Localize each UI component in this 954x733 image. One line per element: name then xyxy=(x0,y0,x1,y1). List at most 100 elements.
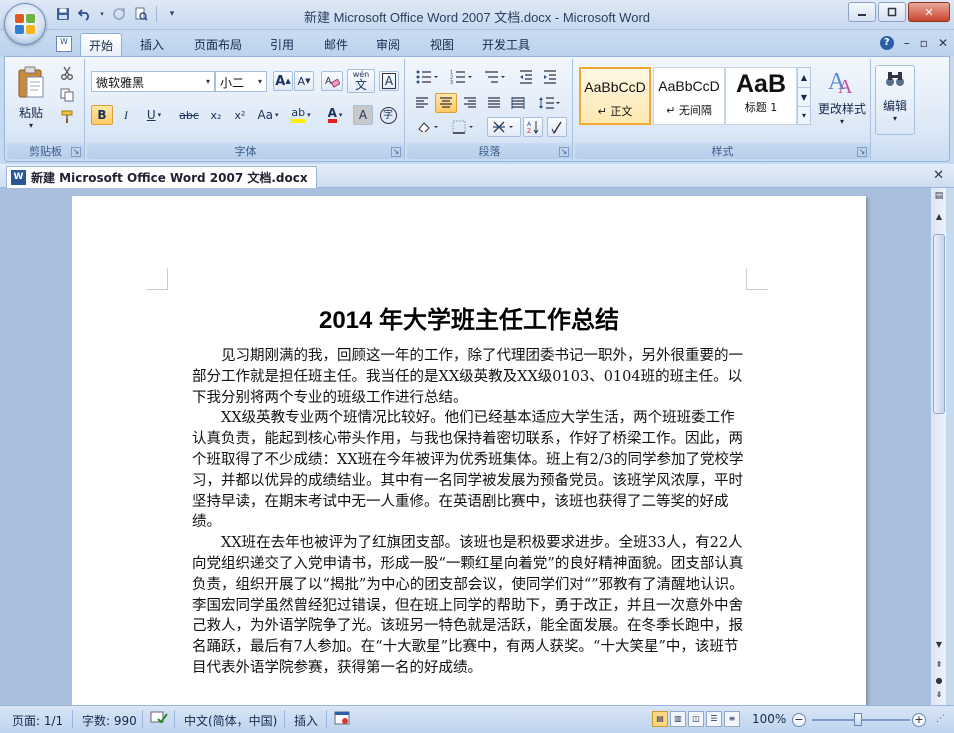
change-styles-button[interactable]: A A 更改样式 ▾ xyxy=(815,63,869,139)
doc-restore-icon[interactable]: ▫ xyxy=(920,36,928,50)
tab-references[interactable]: 引用 xyxy=(262,33,302,56)
multilevel-list-button[interactable] xyxy=(479,67,511,87)
draft-view-icon[interactable]: ≡ xyxy=(724,711,740,727)
bold-button[interactable]: B xyxy=(91,105,113,125)
resize-grip-icon[interactable]: ⋰ xyxy=(936,714,945,724)
tab-mailings[interactable]: 邮件 xyxy=(316,33,356,56)
font-launcher-icon[interactable]: ↘ xyxy=(391,147,401,157)
print-layout-view-icon[interactable]: ▤ xyxy=(652,711,668,727)
numbering-button[interactable]: 123 xyxy=(445,67,477,87)
font-family-dropdown-icon[interactable]: ▾ xyxy=(202,72,214,91)
vertical-scrollbar[interactable]: ▤ ▲ ▼ ⇞ ● ⇟ xyxy=(930,188,946,705)
justify-button[interactable] xyxy=(483,93,505,113)
tab-insert[interactable]: 插入 xyxy=(132,33,172,56)
proofing-icon[interactable] xyxy=(150,710,168,729)
character-border-button[interactable]: A xyxy=(379,71,399,91)
font-color-dropdown-icon[interactable]: ▾ xyxy=(339,111,343,119)
styles-scroll-up-icon[interactable]: ▲ xyxy=(798,68,810,87)
font-size-combo[interactable]: 小二 ▾ xyxy=(215,71,267,92)
previous-page-icon[interactable]: ⇞ xyxy=(932,658,946,672)
show-marks-button[interactable] xyxy=(547,117,567,137)
macro-record-icon[interactable] xyxy=(334,711,350,730)
document-page[interactable]: 2014 年大学班主任工作总结 见习期刚满的我，回顾这一年的工作，除了代理团委书… xyxy=(72,196,866,705)
copy-icon[interactable] xyxy=(57,85,77,105)
styles-scroll-down-icon[interactable]: ▼ xyxy=(798,87,810,106)
styles-launcher-icon[interactable]: ↘ xyxy=(857,147,867,157)
style-no-spacing[interactable]: AaBbCcD ↵ 无间隔 xyxy=(653,67,725,125)
highlight-dropdown-icon[interactable]: ▾ xyxy=(307,111,311,119)
character-shading-button[interactable]: A xyxy=(353,105,373,125)
line-spacing-button[interactable] xyxy=(533,93,565,113)
next-page-icon[interactable]: ⇟ xyxy=(932,688,946,702)
web-layout-view-icon[interactable]: ◫ xyxy=(688,711,704,727)
tab-home[interactable]: 开始 xyxy=(80,33,123,56)
office-button[interactable] xyxy=(4,3,46,45)
borders-button[interactable] xyxy=(447,117,481,137)
underline-dropdown-icon[interactable]: ▾ xyxy=(158,111,162,119)
browse-object-icon[interactable]: ● xyxy=(932,674,946,688)
help-icon[interactable]: ? xyxy=(879,36,894,50)
paragraph-launcher-icon[interactable]: ↘ xyxy=(559,147,569,157)
highlight-button[interactable]: ab ▾ xyxy=(285,105,317,125)
document-tab[interactable]: W 新建 Microsoft Office Word 2007 文档.docx xyxy=(6,166,317,188)
clipboard-launcher-icon[interactable]: ↘ xyxy=(71,147,81,157)
zoom-out-icon[interactable]: − xyxy=(792,713,806,727)
scroll-thumb[interactable] xyxy=(933,234,945,414)
close-document-icon[interactable]: ✕ xyxy=(933,168,944,183)
subscript-button[interactable]: x₂ xyxy=(205,105,227,125)
chinese-layout-button[interactable] xyxy=(487,117,521,137)
doc-close-icon[interactable]: ✕ xyxy=(938,36,948,50)
full-screen-reading-view-icon[interactable]: ▥ xyxy=(670,711,686,727)
document-body[interactable]: 见习期刚满的我，回顾这一年的工作，除了代理团委书记一职外，另外很重要的一部分工作… xyxy=(192,346,744,679)
align-right-button[interactable] xyxy=(459,93,481,113)
word-doc-icon[interactable]: W xyxy=(56,36,72,52)
minimize-button[interactable] xyxy=(848,2,876,22)
superscript-button[interactable]: x² xyxy=(229,105,251,125)
editing-button[interactable]: 编辑 ▾ xyxy=(875,65,915,135)
underline-button[interactable]: U ▾ xyxy=(139,105,169,125)
scroll-down-icon[interactable]: ▼ xyxy=(932,638,946,652)
clear-format-button[interactable]: A xyxy=(321,71,343,91)
format-painter-icon[interactable] xyxy=(57,107,77,127)
paste-button[interactable]: 粘贴 ▾ xyxy=(13,63,49,137)
cut-icon[interactable] xyxy=(57,63,77,83)
style-normal[interactable]: AaBbCcD ↵ 正文 xyxy=(579,67,651,125)
view-ruler-icon[interactable]: ▤ xyxy=(932,191,946,205)
align-center-button[interactable] xyxy=(435,93,457,113)
zoom-level[interactable]: 100% xyxy=(752,712,786,726)
tab-review[interactable]: 审阅 xyxy=(368,33,408,56)
zoom-slider-thumb[interactable] xyxy=(854,713,862,726)
zoom-in-icon[interactable]: + xyxy=(912,713,926,727)
phonetic-guide-button[interactable]: wén 文 xyxy=(347,69,375,93)
font-family-combo[interactable]: 微软雅黑 ▾ xyxy=(91,71,215,92)
restore-button[interactable] xyxy=(878,2,906,22)
close-button[interactable]: ✕ xyxy=(908,2,950,22)
tab-page-layout[interactable]: 页面布局 xyxy=(186,33,250,56)
outline-view-icon[interactable]: ☰ xyxy=(706,711,722,727)
scroll-up-icon[interactable]: ▲ xyxy=(932,210,946,224)
enclose-characters-button[interactable]: 字 xyxy=(377,105,399,125)
change-case-dropdown-icon[interactable]: ▾ xyxy=(275,111,279,119)
doc-minimize-icon[interactable]: – xyxy=(904,36,910,50)
font-color-button[interactable]: A ▾ xyxy=(319,105,351,125)
grow-font-button[interactable]: A ▲ xyxy=(273,71,293,91)
tab-developer[interactable]: 开发工具 xyxy=(474,33,538,56)
word-count[interactable]: 字数: 990 xyxy=(82,712,137,729)
align-left-button[interactable] xyxy=(411,93,433,113)
tab-view[interactable]: 视图 xyxy=(422,33,462,56)
shrink-font-button[interactable]: A ▼ xyxy=(294,71,314,91)
sort-button[interactable]: AZ xyxy=(523,117,543,137)
styles-more-icon[interactable]: ▾ xyxy=(798,106,810,124)
increase-indent-button[interactable] xyxy=(539,67,561,87)
style-heading-1[interactable]: AaB 标题 1 xyxy=(725,67,797,125)
bullets-button[interactable] xyxy=(411,67,443,87)
change-case-button[interactable]: Aa ▾ xyxy=(253,105,283,125)
distributed-button[interactable] xyxy=(507,93,529,113)
font-size-dropdown-icon[interactable]: ▾ xyxy=(254,72,266,91)
shading-button[interactable] xyxy=(411,117,445,137)
decrease-indent-button[interactable] xyxy=(515,67,537,87)
language-indicator[interactable]: 中文(简体，中国) xyxy=(184,712,277,729)
italic-button[interactable]: I xyxy=(115,105,137,125)
strikethrough-button[interactable]: abc xyxy=(175,105,203,125)
insert-mode-indicator[interactable]: 插入 xyxy=(294,712,318,729)
